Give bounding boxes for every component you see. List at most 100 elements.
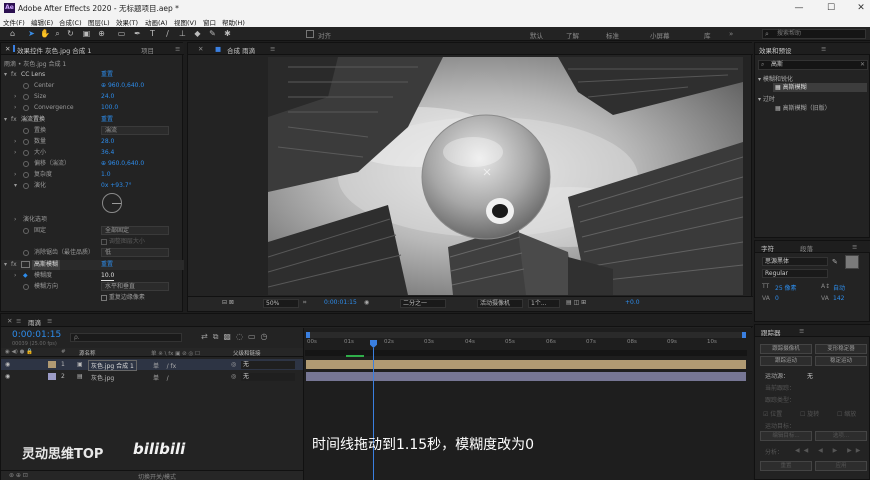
tab-timeline[interactable]: 雨滴	[28, 317, 41, 327]
fill-color-swatch[interactable]	[845, 255, 859, 269]
rectangle-tool-icon[interactable]: ▭	[117, 29, 126, 38]
timeline-menu-icon[interactable]: ≡	[47, 317, 52, 325]
position-checkbox[interactable]: ☑ 位置	[763, 409, 782, 418]
tab-effect-controls[interactable]: 效果控件 灰色.jpg 合成 1	[17, 45, 91, 55]
resolution-select[interactable]: 二分之一	[400, 299, 446, 308]
category-obsolete[interactable]: ▾ 过时	[758, 94, 775, 103]
tracking-value[interactable]: 0	[775, 295, 779, 302]
displace-type-select[interactable]: 湍流	[101, 126, 169, 135]
current-time-display[interactable]: 0:00:01:15	[12, 330, 61, 340]
track-motion-button[interactable]: 跟踪运动	[760, 356, 812, 366]
menu-view[interactable]: 视图(V)	[174, 17, 197, 27]
tab-paragraph[interactable]: 段落	[800, 243, 813, 253]
selection-tool-icon[interactable]: ➤	[27, 29, 36, 38]
eraser-tool-icon[interactable]: ◆	[193, 29, 202, 38]
analyze-controls-icon[interactable]: ◀◀ ◀ ▶ ▶▶	[795, 447, 864, 454]
composition-canvas[interactable]	[268, 57, 743, 295]
layer-row[interactable]: ◉ 1 ▣ 灰色.jpg 合成 1 单 / fx ◎ 无	[1, 359, 303, 371]
tab-composition[interactable]: 合成 雨滴	[227, 45, 255, 55]
tracker-reset-button[interactable]: 重置	[760, 461, 812, 471]
views-select[interactable]: 1个...	[528, 299, 560, 308]
workspace-library[interactable]: 库	[704, 30, 711, 40]
font-style-select[interactable]: Regular	[762, 269, 828, 278]
repeat-edge-checkbox[interactable]	[101, 294, 107, 301]
tab-effects-presets[interactable]: 效果和预设	[759, 45, 792, 55]
home-icon[interactable]: ⌂	[8, 29, 17, 38]
snapshot-icon[interactable]: ◉	[364, 299, 369, 306]
close-timeline-tab-icon[interactable]: ✕	[7, 317, 12, 325]
hand-tool-icon[interactable]: ✋	[40, 29, 50, 38]
brush-tool-icon[interactable]: ∕	[163, 29, 172, 38]
maximize-button[interactable]: ☐	[824, 2, 838, 14]
kerning-value[interactable]: 142	[833, 295, 844, 302]
layer-color-swatch[interactable]	[48, 361, 56, 368]
effect-cc-lens[interactable]: ▾ fx CC Lens 重置	[1, 70, 184, 80]
effect-item-gaussian-blur-legacy[interactable]: ▦ 高斯模糊（旧版）	[775, 103, 831, 112]
tab-character[interactable]: 字符	[761, 243, 774, 253]
close-tab-icon[interactable]: ✕	[5, 45, 10, 53]
playhead-line[interactable]	[373, 348, 374, 480]
layer-row[interactable]: ◉ 2 ▤ 灰色.jpg 单 / ◎ 无	[1, 371, 303, 382]
layer-bar[interactable]	[306, 360, 746, 369]
antialias-select[interactable]: 低	[101, 248, 169, 257]
parent-select[interactable]: 无	[241, 373, 295, 381]
toggle-switches-modes[interactable]: 切换开关/模式	[138, 472, 176, 480]
effects-search-input[interactable]: 高斯	[758, 60, 868, 70]
viewer-time[interactable]: 0:00:01:15	[324, 299, 357, 306]
effect-turbulent-displace[interactable]: ▾ fx 湍流置换 重置	[1, 115, 184, 125]
category-blur-sharpen[interactable]: ▾ 模糊和锐化	[758, 74, 793, 83]
menu-edit[interactable]: 编辑(E)	[31, 17, 53, 27]
tracker-apply-button[interactable]: 应用	[815, 461, 867, 471]
search-help-input[interactable]: 搜索帮助	[762, 29, 866, 39]
timeline-footer-icons[interactable]: ⊛ ⊕ ⊡	[9, 472, 28, 479]
exposure-value[interactable]: +0.0	[625, 299, 640, 306]
composition-menu-icon[interactable]: ≡	[270, 45, 275, 53]
track-camera-button[interactable]: 跟踪摄像机	[760, 344, 812, 354]
col-parent[interactable]: 父级和链接	[233, 349, 261, 357]
workspace-more-icon[interactable]: »	[729, 30, 733, 38]
layer-name[interactable]: 灰色.jpg	[91, 373, 114, 382]
eyedropper-icon[interactable]: ✎	[832, 258, 838, 266]
tracker-menu-icon[interactable]: ≡	[799, 327, 804, 335]
workspace-default[interactable]: 默认	[530, 30, 543, 40]
type-tool-icon[interactable]: T	[148, 29, 157, 38]
timeline-search-input[interactable]: ρ.	[70, 333, 182, 342]
font-family-select[interactable]: 思源黑体	[762, 257, 828, 266]
magnify-icon[interactable]: ⊟ ⊠	[222, 299, 234, 306]
menu-layer[interactable]: 图层(L)	[88, 17, 110, 27]
motion-source-select[interactable]: 无	[807, 371, 813, 380]
font-size-value[interactable]: 25 像素	[775, 283, 797, 292]
tracker-options-button[interactable]: 选项...	[815, 431, 867, 441]
lock-icon[interactable]	[13, 45, 15, 52]
timeline-lock-icon[interactable]: ≡	[16, 317, 21, 325]
pen-tool-icon[interactable]: ✒	[133, 29, 142, 38]
tab-project[interactable]: 项目	[141, 45, 154, 55]
pan-behind-tool-icon[interactable]: ⊕	[97, 29, 106, 38]
menu-file[interactable]: 文件(F)	[3, 17, 25, 27]
workspace-standard[interactable]: 标准	[606, 30, 619, 40]
evolution-dial[interactable]	[102, 193, 122, 213]
effects-menu-icon[interactable]: ≡	[821, 45, 826, 53]
effect-gaussian-blur[interactable]: ▾ fx 高斯模糊 重置	[1, 260, 184, 270]
leading-value[interactable]: 自动	[833, 283, 845, 292]
stabilize-motion-button[interactable]: 稳定运动	[815, 356, 867, 366]
menu-help[interactable]: 帮助(H)	[222, 17, 245, 27]
pinning-select[interactable]: 全部固定	[101, 226, 169, 235]
close-composition-tab-icon[interactable]: ✕	[198, 45, 203, 53]
workspace-learn[interactable]: 了解	[566, 30, 579, 40]
camera-tool-icon[interactable]: ▣	[82, 29, 91, 38]
layer-color-swatch[interactable]	[48, 373, 56, 380]
clone-stamp-tool-icon[interactable]: ⊥	[178, 29, 187, 38]
scale-checkbox[interactable]: ☐ 缩放	[837, 409, 856, 418]
warp-stabilizer-button[interactable]: 变形稳定器	[815, 344, 867, 354]
panel-menu-icon[interactable]: ≡	[175, 45, 180, 53]
layer-bar[interactable]	[306, 372, 746, 381]
workspace-small-screen[interactable]: 小屏幕	[650, 30, 670, 40]
menu-window[interactable]: 窗口	[203, 17, 216, 27]
character-menu-icon[interactable]: ≡	[852, 243, 857, 251]
layer-name[interactable]: 灰色.jpg 合成 1	[88, 360, 137, 371]
roto-brush-tool-icon[interactable]: ✎	[208, 29, 217, 38]
camera-select[interactable]: 活动摄像机	[477, 299, 523, 308]
puppet-tool-icon[interactable]: ✱	[223, 29, 232, 38]
evolution-options-row[interactable]: › 演化选项	[1, 215, 184, 225]
